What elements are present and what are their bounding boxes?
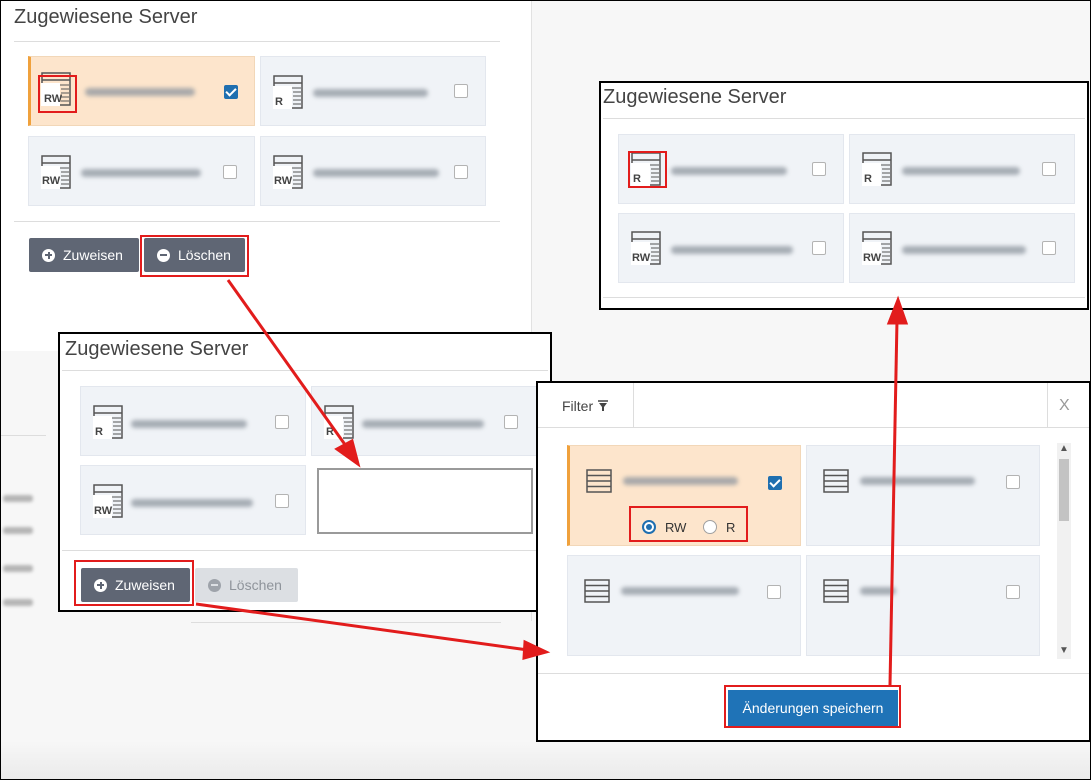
server-card[interactable]: RW [80,465,306,535]
server-name-redacted [362,420,484,428]
plus-circle-icon [42,248,55,262]
close-button[interactable]: X [1059,397,1070,415]
footer-divider [603,297,1085,298]
server-name-redacted [902,246,1026,254]
server-name-redacted [621,587,739,595]
filter-icon [598,400,609,411]
background-row [1,557,41,579]
dialog-scrollbar[interactable]: ▲ ▼ [1057,443,1071,659]
panel-title: Zugewiesene Server [65,338,249,360]
server-name-redacted [81,169,201,177]
server-access-badge: RW [274,175,293,187]
server-access-badge: RW [42,175,61,187]
background-row [1,591,41,613]
server-checkbox[interactable] [812,241,826,255]
background-divider-line [1,435,46,436]
server-checkbox[interactable] [224,85,238,99]
assign-button[interactable]: Zuweisen [29,238,139,272]
chevron-down-icon[interactable]: ▼ [1057,645,1071,656]
annotation-highlight-rw-icon [38,75,77,113]
assigned-servers-panel-before: Zugewiesene Server RW R RW RW Zuweisen L… [14,6,500,286]
annotation-highlight-delete-button [140,235,249,277]
scrollbar-thumb[interactable] [1059,459,1069,521]
filter-label: Filter [562,398,594,414]
dialog-header [538,383,1089,428]
background-footer [1,741,1090,779]
server-icon [823,579,849,603]
server-checkbox[interactable] [812,162,826,176]
server-name-redacted [313,169,439,177]
server-card[interactable]: R [311,386,537,456]
annotation-highlight-access-radios [629,506,748,542]
title-divider [603,118,1085,119]
server-name-redacted [671,246,793,254]
title-divider [62,370,548,371]
server-name-redacted [131,420,247,428]
empty-server-slot [317,468,533,534]
server-checkbox[interactable] [1006,585,1020,599]
server-name-redacted [85,88,195,96]
server-access-badge: R [864,173,872,185]
title-divider [14,41,500,42]
server-name-redacted [671,167,787,175]
server-name-redacted [860,477,975,485]
annotation-highlight-save-button [724,685,901,728]
background-row [1,487,41,509]
server-access-badge: RW [94,505,113,517]
filter-button[interactable]: Filter [562,398,609,414]
background-row [1,519,41,541]
background-divider-line [191,622,501,623]
server-card[interactable]: RW [28,136,255,206]
delete-button-label: Löschen [229,577,282,593]
close-divider [1047,383,1048,427]
server-checkbox[interactable] [275,494,289,508]
server-card[interactable]: R [80,386,306,456]
server-card[interactable]: R [260,56,486,126]
server-name-redacted [860,587,896,595]
server-checkbox[interactable] [768,476,782,490]
server-card[interactable]: R [849,134,1075,204]
server-card[interactable]: RW [618,213,844,283]
chevron-up-icon[interactable]: ▲ [1057,443,1071,454]
server-checkbox[interactable] [454,84,468,98]
server-checkbox[interactable] [275,415,289,429]
server-access-badge: RW [863,252,882,264]
minus-circle-icon [208,578,221,592]
footer-divider [14,221,500,222]
server-checkbox[interactable] [504,415,518,429]
server-access-badge: R [326,426,334,438]
server-checkbox[interactable] [767,585,781,599]
annotation-highlight-assign-button [74,560,194,606]
server-name-redacted [623,477,738,485]
server-access-badge: RW [632,252,651,264]
panel-title: Zugewiesene Server [603,86,787,108]
filter-divider [633,383,634,427]
server-access-badge: R [275,96,283,108]
server-icon [584,579,610,603]
server-name-redacted [313,89,428,97]
server-card[interactable] [806,555,1040,656]
server-checkbox[interactable] [1006,475,1020,489]
server-checkbox[interactable] [223,165,237,179]
server-icon [823,469,849,493]
server-access-badge: R [95,426,103,438]
server-card[interactable] [806,445,1040,546]
dialog-footer-divider [538,673,1089,674]
server-icon [586,469,612,493]
panel-title: Zugewiesene Server [14,6,198,28]
server-card[interactable]: RW [849,213,1075,283]
assign-button-label: Zuweisen [63,247,123,263]
server-checkbox[interactable] [1042,162,1056,176]
server-checkbox[interactable] [454,165,468,179]
delete-button-disabled: Löschen [195,568,298,602]
server-card[interactable] [567,555,801,656]
assigned-servers-panel-after: Zugewiesene Server R R RW RW [599,81,1089,310]
server-card[interactable]: RW [260,136,486,206]
server-name-redacted [131,499,253,507]
server-checkbox[interactable] [1042,241,1056,255]
annotation-highlight-r-icon [628,151,667,188]
server-name-redacted [902,167,1020,175]
footer-divider [62,550,548,551]
